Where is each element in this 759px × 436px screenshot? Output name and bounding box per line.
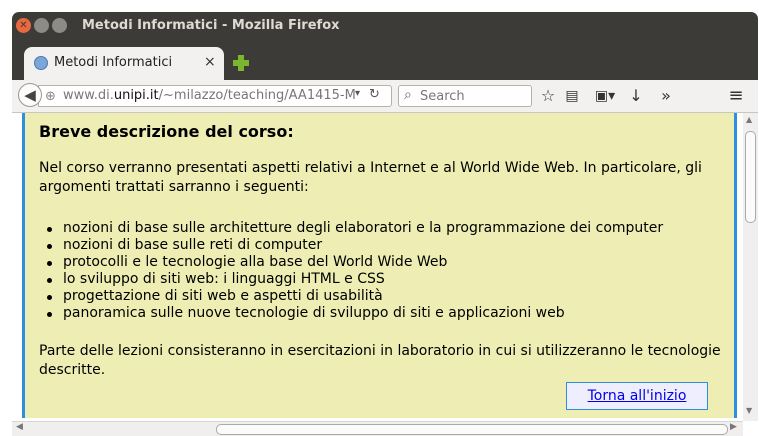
topics-list: nozioni di base sulle architetture degli…: [39, 220, 663, 322]
back-button[interactable]: ◀: [18, 83, 42, 107]
download-icon[interactable]: ↓: [626, 85, 646, 107]
list-item: panoramica sulle nuove tecnologie di svi…: [46, 305, 663, 322]
intro-paragraph: Nel corso verranno presentati aspetti re…: [39, 160, 702, 195]
back-arrow-icon: ◀: [24, 86, 36, 104]
url-dropdown-icon[interactable]: ▾: [355, 88, 360, 99]
course-description-box: Breve descrizione del corso: Nel corso v…: [22, 113, 737, 418]
url-bar[interactable]: ⊕ www.di.unipi.it/~milazzo/teaching/AA14…: [38, 85, 392, 107]
list-item: progettazione di siti web e aspetti di u…: [46, 288, 663, 305]
browser-window: ✕ Metodi Informatici - Mozilla Firefox M…: [12, 12, 758, 436]
horizontal-scrollbar[interactable]: ◀ ▶: [12, 421, 743, 436]
reload-icon[interactable]: ↻: [369, 87, 380, 102]
vertical-scroll-thumb[interactable]: [745, 131, 756, 223]
menu-icon[interactable]: ≡: [724, 85, 748, 107]
back-to-top-link[interactable]: Torna all'inizio: [566, 382, 708, 410]
list-item: nozioni di base sulle architetture degli…: [46, 220, 664, 236]
reading-list-icon[interactable]: ▤: [562, 85, 582, 107]
search-bar[interactable]: ⌕: [398, 85, 532, 107]
list-item: nozioni di base sulle reti di computer: [46, 237, 663, 254]
scroll-right-icon[interactable]: ▶: [730, 422, 737, 432]
horizontal-scroll-thumb[interactable]: [216, 424, 728, 435]
list-item: lo sviluppo di siti web: i linguaggi HTM…: [46, 271, 663, 288]
vertical-scrollbar[interactable]: ▲ ▼: [743, 113, 758, 421]
navigation-toolbar: ⊕ www.di.unipi.it/~milazzo/teaching/AA14…: [12, 80, 758, 113]
outro-paragraph: Parte delle lezioni consisteranno in ese…: [39, 343, 721, 378]
new-tab-plus-icon[interactable]: [230, 52, 252, 74]
minimize-window-button[interactable]: [34, 18, 49, 33]
url-text[interactable]: www.di.unipi.it/~milazzo/teaching/AA1415…: [63, 88, 358, 103]
tab-close-icon[interactable]: ×: [204, 54, 216, 70]
tab-metodi-informatici[interactable]: Metodi Informatici ×: [24, 47, 224, 80]
tab-bar: Metodi Informatici ×: [12, 40, 758, 80]
scroll-down-icon[interactable]: ▼: [746, 406, 752, 415]
background-window-edge: [0, 0, 759, 12]
overflow-icon[interactable]: »: [656, 85, 676, 107]
scroll-left-icon[interactable]: ◀: [16, 422, 23, 432]
section-heading: Breve descrizione del corso:: [39, 122, 294, 141]
tab-label: Metodi Informatici: [54, 55, 173, 70]
title-bar: ✕ Metodi Informatici - Mozilla Firefox: [12, 12, 758, 40]
maximize-window-button[interactable]: [52, 18, 67, 33]
search-icon: ⌕: [404, 87, 412, 103]
globe-icon: ⊕: [45, 89, 56, 104]
print-icon[interactable]: ▣▾: [592, 85, 618, 107]
search-input[interactable]: [420, 88, 524, 104]
scroll-up-icon[interactable]: ▲: [746, 115, 752, 124]
list-item: protocolli e le tecnologie alla base del…: [46, 254, 663, 271]
bookmark-star-icon[interactable]: ☆: [538, 85, 558, 107]
favicon-icon: [34, 56, 48, 70]
window-title: Metodi Informatici - Mozilla Firefox: [82, 18, 340, 33]
page-viewport: Breve descrizione del corso: Nel corso v…: [12, 113, 758, 436]
close-window-button[interactable]: ✕: [16, 18, 31, 33]
